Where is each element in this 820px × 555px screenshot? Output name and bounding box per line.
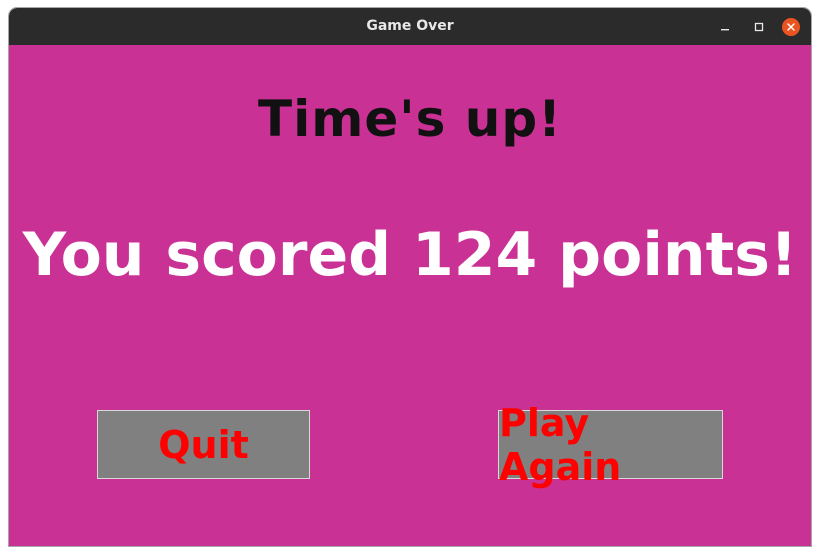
minimize-icon bbox=[721, 29, 729, 31]
minimize-button[interactable] bbox=[715, 17, 735, 37]
window-title: Game Over bbox=[366, 18, 454, 34]
close-button[interactable] bbox=[781, 17, 801, 37]
quit-button[interactable]: Quit bbox=[97, 410, 310, 479]
play-again-button[interactable]: Play Again bbox=[498, 401, 723, 489]
quit-button-label: Quit bbox=[158, 422, 249, 467]
game-over-window: Game Over Time's up! You scored 124 poin… bbox=[9, 8, 811, 546]
game-over-panel: Time's up! You scored 124 points! Quit P… bbox=[9, 45, 811, 546]
score-message: You scored 124 points! bbox=[22, 220, 798, 290]
title-bar[interactable]: Game Over bbox=[9, 8, 811, 45]
maximize-button[interactable] bbox=[749, 17, 769, 37]
close-button-circle bbox=[782, 18, 800, 36]
close-icon bbox=[787, 23, 795, 31]
play-again-button-label: Play Again bbox=[499, 400, 622, 489]
maximize-icon bbox=[754, 22, 764, 32]
times-up-heading: Time's up! bbox=[258, 90, 562, 148]
